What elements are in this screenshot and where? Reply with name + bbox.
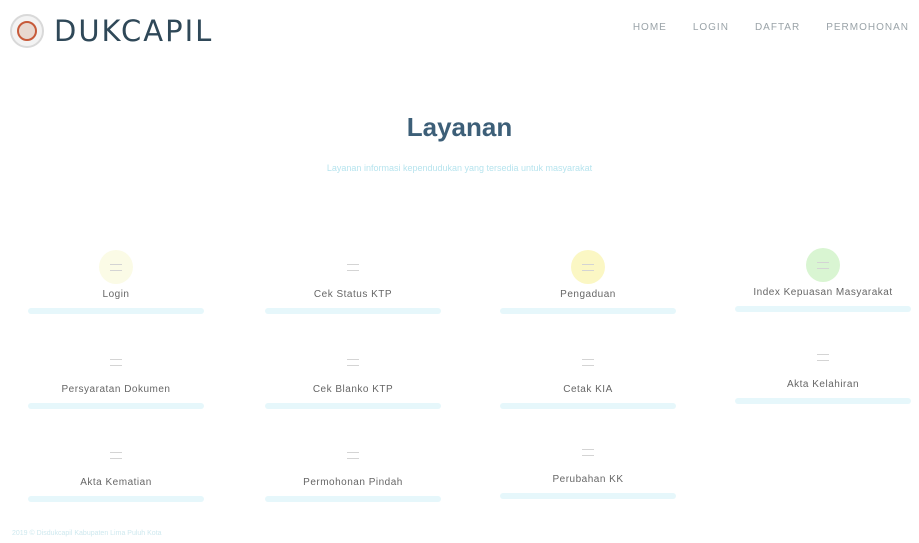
- document-icon: [336, 250, 370, 284]
- nav-permohonan[interactable]: PERMOHONAN: [826, 22, 909, 33]
- service-label: Cetak KIA: [563, 384, 613, 395]
- service-label: Cek Blanko KTP: [312, 384, 394, 395]
- card-bar: [265, 308, 441, 314]
- login-icon: [99, 250, 133, 284]
- card-bar: [28, 496, 204, 502]
- service-label: Cek Status KTP: [313, 289, 393, 300]
- service-label: Akta Kematian: [80, 477, 152, 488]
- service-label: Perubahan KK: [552, 474, 624, 485]
- nav-daftar[interactable]: DAFTAR: [755, 22, 800, 33]
- card-bar: [265, 496, 441, 502]
- logo-icon: [10, 14, 44, 48]
- card-bar: [28, 308, 204, 314]
- service-card-cetak-kia[interactable]: Cetak KIA: [490, 335, 686, 413]
- card-bar: [500, 308, 676, 314]
- service-card-login[interactable]: Login: [18, 240, 214, 318]
- service-label: Pengaduan: [560, 289, 616, 300]
- brand-logo[interactable]: DUKCAPIL: [10, 14, 213, 48]
- birth-icon: [806, 340, 840, 374]
- service-card-perubahan-kk[interactable]: Perubahan KK: [490, 425, 686, 503]
- service-card-index-kepuasan[interactable]: Index Kepuasan Masyarakat: [725, 238, 919, 316]
- service-card-cek-status-ktp[interactable]: Cek Status KTP: [255, 240, 451, 318]
- family-icon: [571, 435, 605, 469]
- list-icon: [99, 345, 133, 379]
- death-icon: [99, 438, 133, 472]
- card-bar: [735, 398, 911, 404]
- service-card-akta-kelahiran[interactable]: Akta Kelahiran: [725, 330, 919, 408]
- print-icon: [571, 345, 605, 379]
- service-card-pengaduan[interactable]: Pengaduan: [490, 240, 686, 318]
- footer-text: 2019 © Disdukcapil Kabupaten Lima Puluh …: [12, 530, 162, 537]
- service-label: Login: [102, 289, 130, 300]
- card-bar: [500, 493, 676, 499]
- nav-home[interactable]: HOME: [633, 22, 667, 33]
- page-subtitle: Layanan informasi kependudukan yang ters…: [326, 163, 593, 173]
- complaint-icon: [571, 250, 605, 284]
- card-bar: [265, 403, 441, 409]
- service-card-persyaratan-dokumen[interactable]: Persyaratan Dokumen: [18, 335, 214, 413]
- service-label: Persyaratan Dokumen: [61, 384, 171, 395]
- move-icon: [336, 438, 370, 472]
- brand-name: DUKCAPIL: [54, 14, 214, 48]
- card-bar: [28, 403, 204, 409]
- card-bar: [735, 306, 911, 312]
- chart-icon: [806, 248, 840, 282]
- service-label: Permohonan Pindah: [303, 477, 403, 488]
- page-title: Layanan: [406, 112, 513, 142]
- card-bar: [500, 403, 676, 409]
- card-icon: [336, 345, 370, 379]
- top-nav: HOME LOGIN DAFTAR PERMOHONAN: [633, 22, 909, 33]
- service-card-cek-blanko-ktp[interactable]: Cek Blanko KTP: [255, 335, 451, 413]
- nav-login[interactable]: LOGIN: [693, 22, 729, 33]
- service-label: Akta Kelahiran: [786, 379, 860, 390]
- service-card-permohonan-pindah[interactable]: Permohonan Pindah: [255, 428, 451, 506]
- service-card-akta-kematian[interactable]: Akta Kematian: [18, 428, 214, 506]
- service-label: Index Kepuasan Masyarakat: [753, 287, 893, 298]
